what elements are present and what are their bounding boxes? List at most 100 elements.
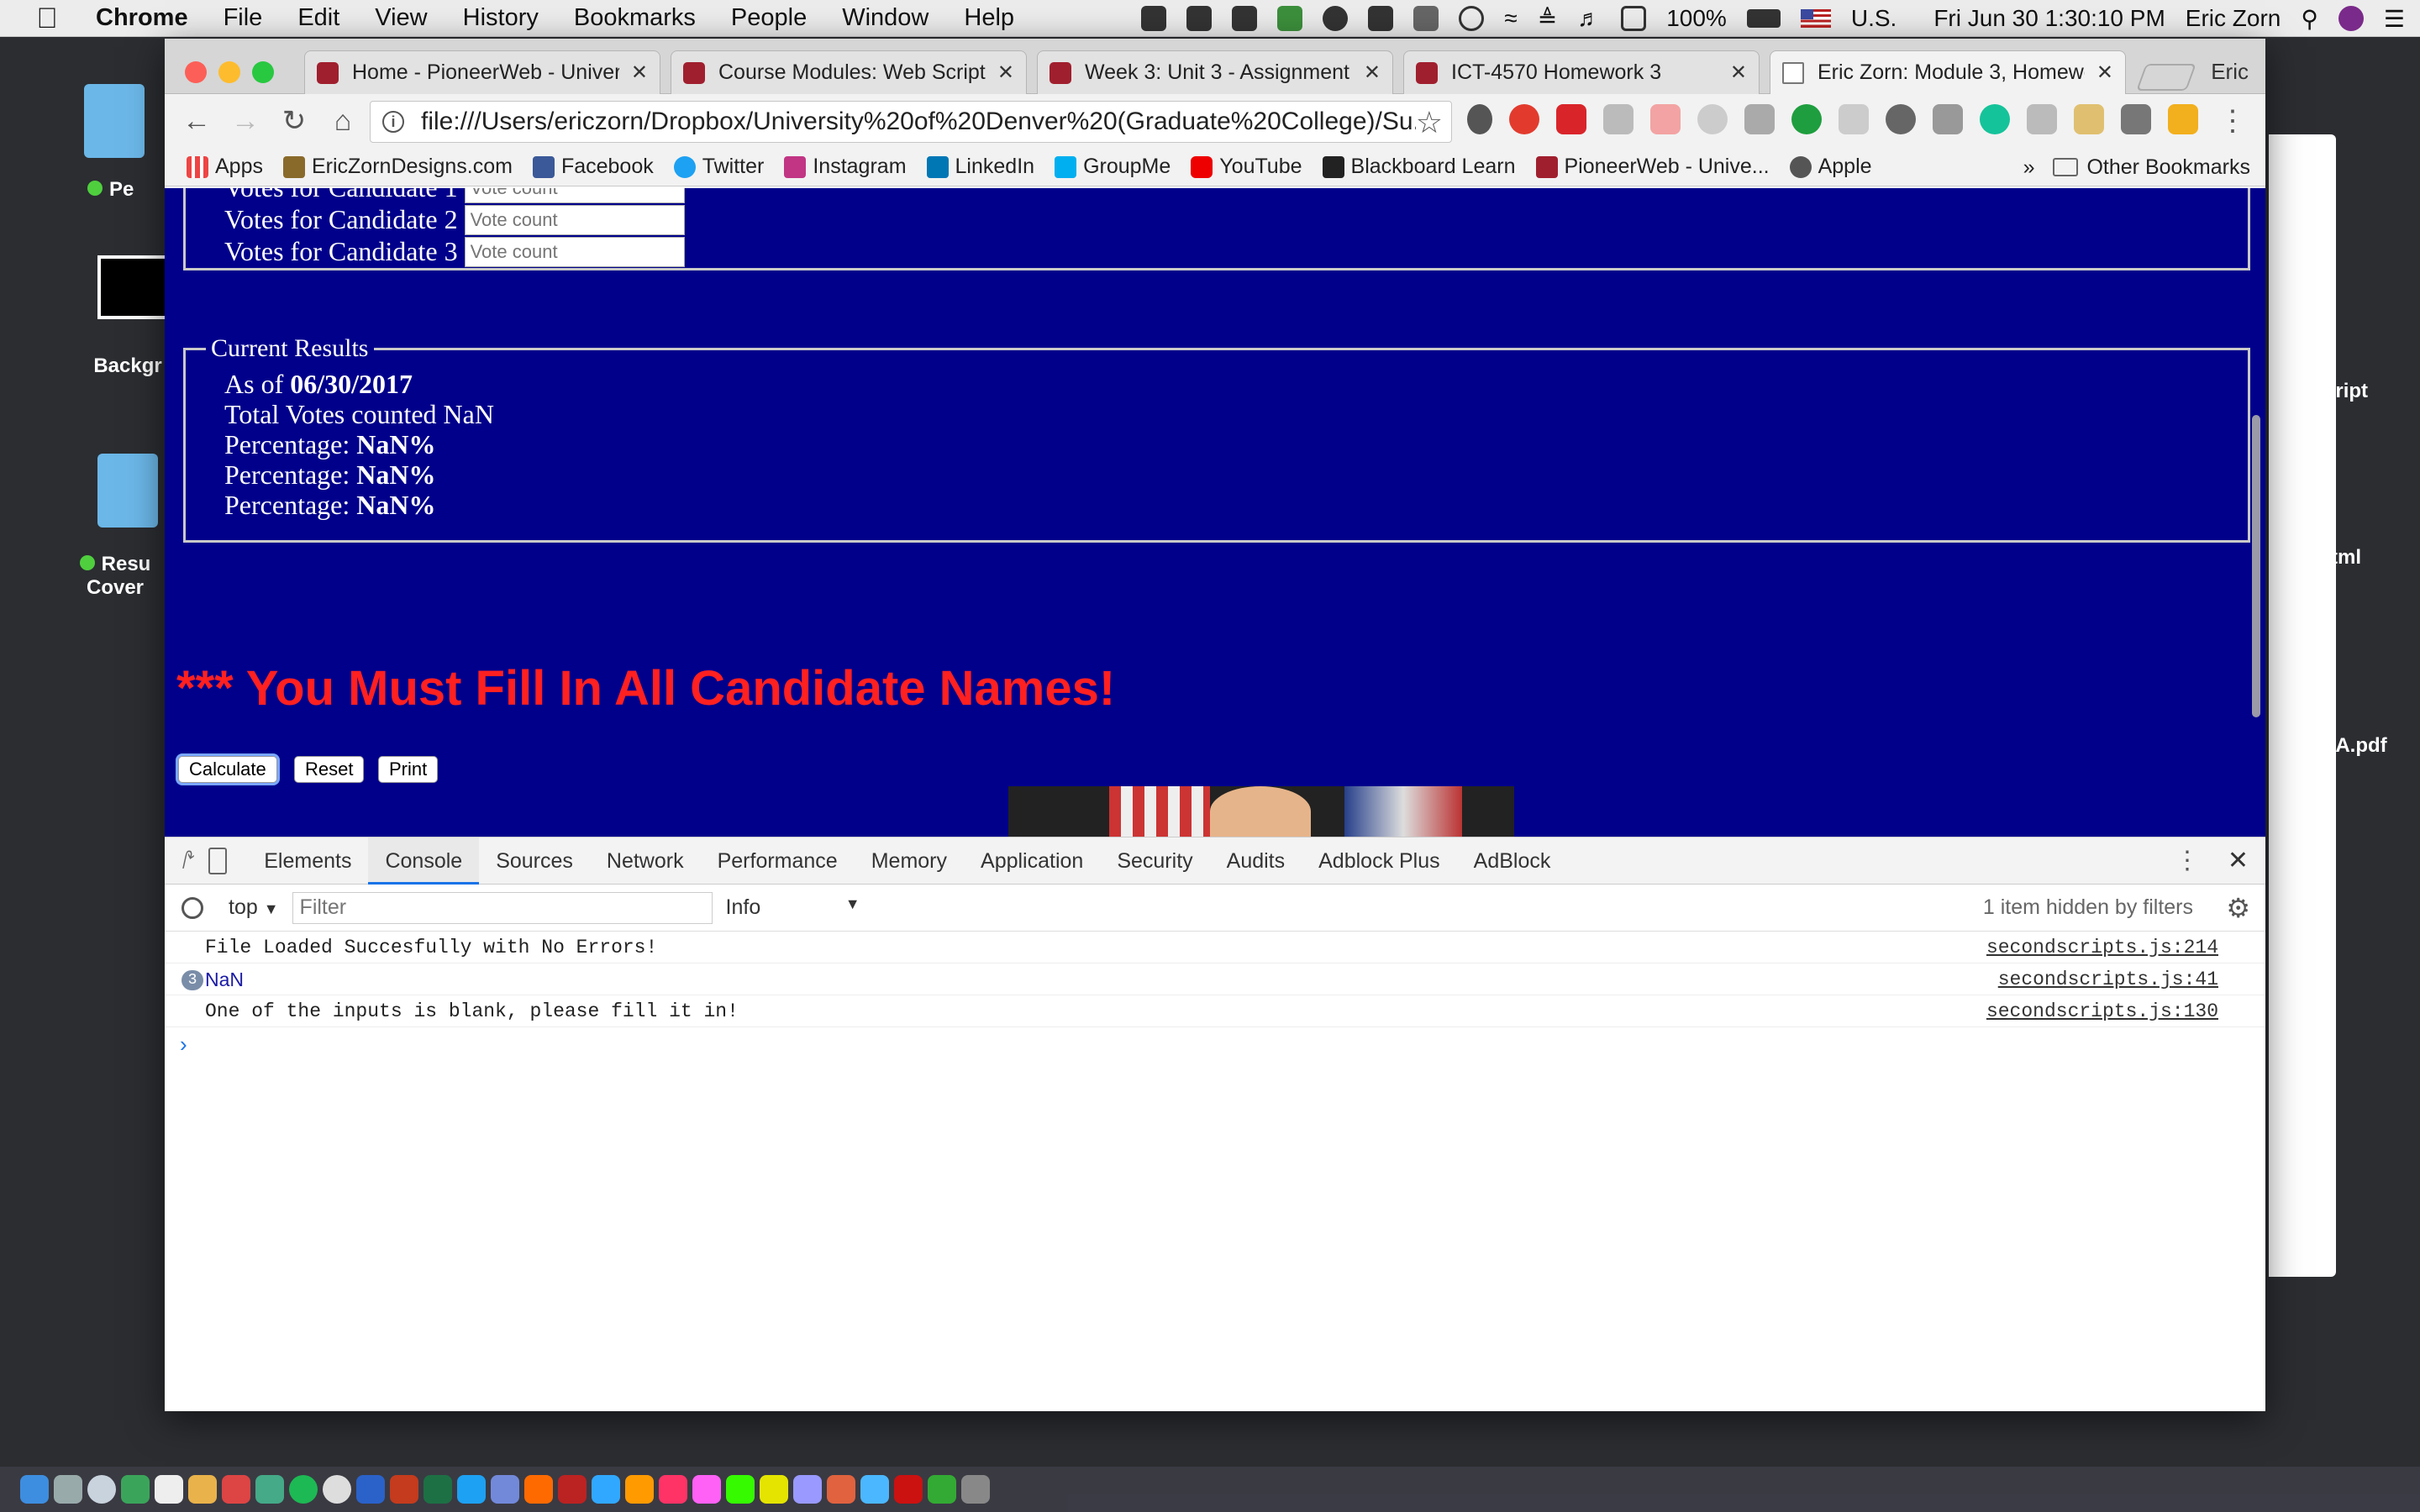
bookmark-blackboard[interactable]: Blackboard Learn [1322,155,1516,179]
console-source-link[interactable]: secondscripts.js:214 [1986,932,2218,963]
filezilla-icon[interactable] [558,1475,587,1504]
console-filter-input[interactable] [292,891,713,924]
launchpad-icon[interactable] [54,1475,82,1504]
print-button[interactable]: Print [378,756,439,783]
app-icon[interactable] [222,1475,250,1504]
bookmark-youtube[interactable]: YouTube [1191,155,1302,179]
tab-network[interactable]: Network [590,837,701,885]
tab-week3-assignment[interactable]: Week 3: Unit 3 - Assignment ✕ [1037,50,1393,94]
sync-icon[interactable] [1368,6,1394,31]
device-toolbar-icon[interactable] [208,847,228,874]
twitter-icon[interactable] [457,1475,486,1504]
other-bookmarks[interactable]: » Other Bookmarks [2023,148,2250,186]
tab-elements[interactable]: Elements [247,837,368,885]
vote-count-input-1[interactable] [464,188,685,203]
shield-icon[interactable] [1277,6,1303,31]
close-tab-icon[interactable]: ✕ [997,60,1014,85]
bookmark-linkedin[interactable]: LinkedIn [926,155,1034,179]
skype-extension-icon[interactable] [1697,104,1728,134]
vote-count-input-2[interactable] [464,204,685,235]
log-level-select[interactable]: Info ▼ [726,895,860,920]
cloud-icon[interactable] [1232,6,1258,31]
menu-app-name[interactable]: Chrome [96,4,188,32]
chrome-menu-icon[interactable]: ⋮ [2218,104,2247,138]
address-bar[interactable]: i file:///Users/ericzorn/Dropbox/Univers… [370,101,1452,143]
new-tab-button[interactable] [2136,64,2196,91]
close-tab-icon[interactable]: ✕ [631,60,648,85]
bookmark-facebook[interactable]: Facebook [532,155,654,179]
desktop-folder-resume[interactable]: Resu Cover [72,454,158,600]
close-tab-icon[interactable]: ✕ [2096,60,2113,85]
trash-icon[interactable] [961,1475,990,1504]
close-window-button[interactable] [185,61,207,83]
animate-icon[interactable] [827,1475,855,1504]
tab-adblock-plus[interactable]: Adblock Plus [1302,837,1457,885]
menu-people[interactable]: People [731,4,807,32]
context-selector[interactable]: top ▼ [229,895,279,920]
zoom-window-button[interactable] [252,61,274,83]
tab-memory[interactable]: Memory [855,837,964,885]
battery-percent[interactable]: 100% [1666,5,1727,32]
console-source-link[interactable]: secondscripts.js:41 [1998,963,2218,995]
tab-application[interactable]: Application [964,837,1100,885]
apple-menu-icon[interactable]:  [32,3,62,34]
powerpoint-icon[interactable] [390,1475,418,1504]
wifi-icon[interactable]: ≜ [1538,5,1557,33]
vote-count-input-3[interactable] [464,236,685,267]
acrobat-icon[interactable] [894,1475,923,1504]
chrome-icon[interactable] [323,1475,351,1504]
dropbox-extension-icon[interactable] [1603,104,1634,134]
input-source[interactable]: U.S. [1851,5,1897,32]
drive-icon[interactable] [1413,6,1439,31]
honey-extension-icon[interactable] [2168,104,2198,134]
close-tab-icon[interactable]: ✕ [1364,60,1381,85]
word-icon[interactable] [356,1475,385,1504]
app-icon[interactable] [928,1475,956,1504]
grammarly-extension-icon[interactable] [1980,104,2010,134]
k-extension-icon[interactable] [2027,104,2057,134]
tab-performance[interactable]: Performance [701,837,855,885]
bookmark-apple[interactable]: Apple [1789,155,1872,179]
notes-icon[interactable] [188,1475,217,1504]
after-effects-icon[interactable] [793,1475,822,1504]
opera-extension-icon[interactable] [1509,104,1539,134]
cast-icon[interactable] [2121,104,2151,134]
airplay-icon[interactable] [1621,6,1647,31]
dreamweaver-icon[interactable] [726,1475,755,1504]
abp-extension-icon[interactable] [1556,104,1586,134]
finder-icon[interactable] [20,1475,49,1504]
tab-security[interactable]: Security [1100,837,1209,885]
invision-icon[interactable] [1186,6,1213,31]
close-tab-icon[interactable]: ✕ [1730,60,1747,85]
forward-arrow-icon[interactable]: → [229,104,262,138]
bookmark-star-icon[interactable]: ☆ [1415,105,1443,140]
spotlight-search-icon[interactable]: ⚲ [2301,5,2318,33]
photoshop-icon[interactable] [592,1475,620,1504]
m-extension-icon[interactable] [1744,104,1775,134]
console-source-link[interactable]: secondscripts.js:130 [1986,995,2218,1027]
muse-icon[interactable] [760,1475,788,1504]
discord-icon[interactable] [491,1475,519,1504]
back-arrow-icon[interactable]: ← [180,104,213,138]
app-icon[interactable] [524,1475,553,1504]
menu-help[interactable]: Help [964,4,1014,32]
menu-file[interactable]: File [224,4,263,32]
page-scrollbar[interactable] [2252,415,2260,717]
us-flag-icon[interactable] [1800,9,1831,28]
siri-icon[interactable] [2338,6,2364,31]
menu-history[interactable]: History [463,4,539,32]
pinterest-extension-icon[interactable] [1650,104,1681,134]
calendar-icon[interactable] [155,1475,183,1504]
tab-audits[interactable]: Audits [1210,837,1302,885]
reset-button[interactable]: Reset [294,756,365,783]
indesign-icon[interactable] [659,1475,687,1504]
creative-cloud-icon[interactable] [1141,6,1167,31]
check-extension-icon[interactable] [1791,104,1822,134]
excel-icon[interactable] [424,1475,452,1504]
calculate-button[interactable]: Calculate [178,756,277,783]
spotify-icon[interactable] [289,1475,318,1504]
illustrator-icon[interactable] [625,1475,654,1504]
flame-icon[interactable] [1323,6,1349,31]
bookmark-twitter[interactable]: Twitter [673,155,764,179]
volume-icon[interactable]: ♬ [1577,5,1601,32]
